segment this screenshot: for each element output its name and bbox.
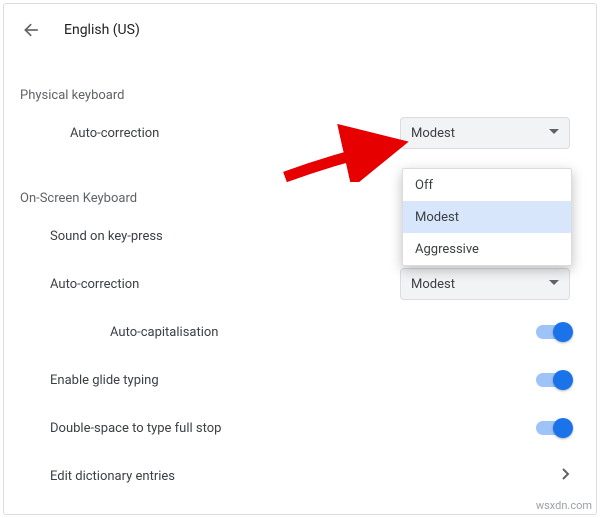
section-physical-keyboard: Physical keyboard <box>0 88 600 103</box>
menu-item-aggressive[interactable]: Aggressive <box>403 233 571 265</box>
menu-item-modest[interactable]: Modest <box>403 201 571 233</box>
row-double-space-full-stop[interactable]: Double-space to type full stop <box>0 404 600 452</box>
dropdown-menu-auto-correction[interactable]: Off Modest Aggressive <box>402 168 572 266</box>
dropdown-physical-auto-correction[interactable]: Modest <box>400 117 570 149</box>
settings-page: { "header": { "title": "English (US)" },… <box>0 0 600 518</box>
label-double-space-full-stop: Double-space to type full stop <box>50 421 221 436</box>
chevron-right-icon <box>562 468 570 484</box>
caret-down-icon <box>549 277 559 292</box>
label-enable-glide-typing: Enable glide typing <box>50 373 159 388</box>
row-enable-glide-typing[interactable]: Enable glide typing <box>0 356 600 404</box>
toggle-auto-capitalisation[interactable] <box>536 325 570 339</box>
row-edit-dictionary[interactable]: Edit dictionary entries <box>0 452 600 500</box>
row-physical-auto-correction: Auto-correction Modest <box>0 109 600 157</box>
label-sound-on-keypress: Sound on key-press <box>50 229 163 244</box>
dropdown-value: Modest <box>411 126 455 141</box>
arrow-left-icon <box>22 20 42 40</box>
label-onscreen-auto-correction: Auto-correction <box>50 277 139 292</box>
toggle-double-space[interactable] <box>536 421 570 435</box>
label-edit-dictionary: Edit dictionary entries <box>50 469 175 484</box>
header-bar: English (US) <box>0 0 600 42</box>
menu-item-off[interactable]: Off <box>403 169 571 201</box>
label-auto-capitalisation: Auto-capitalisation <box>110 325 218 340</box>
label-physical-auto-correction: Auto-correction <box>70 126 159 141</box>
row-auto-capitalisation[interactable]: Auto-capitalisation <box>0 308 600 356</box>
dropdown-onscreen-auto-correction[interactable]: Modest <box>400 268 570 300</box>
back-button[interactable] <box>20 18 44 42</box>
toggle-glide-typing[interactable] <box>536 373 570 387</box>
dropdown-value: Modest <box>411 277 455 292</box>
row-onscreen-auto-correction: Auto-correction Modest <box>0 260 600 308</box>
watermark: wsxdn.com <box>536 499 592 512</box>
page-title: English (US) <box>64 22 140 38</box>
caret-down-icon <box>549 126 559 141</box>
